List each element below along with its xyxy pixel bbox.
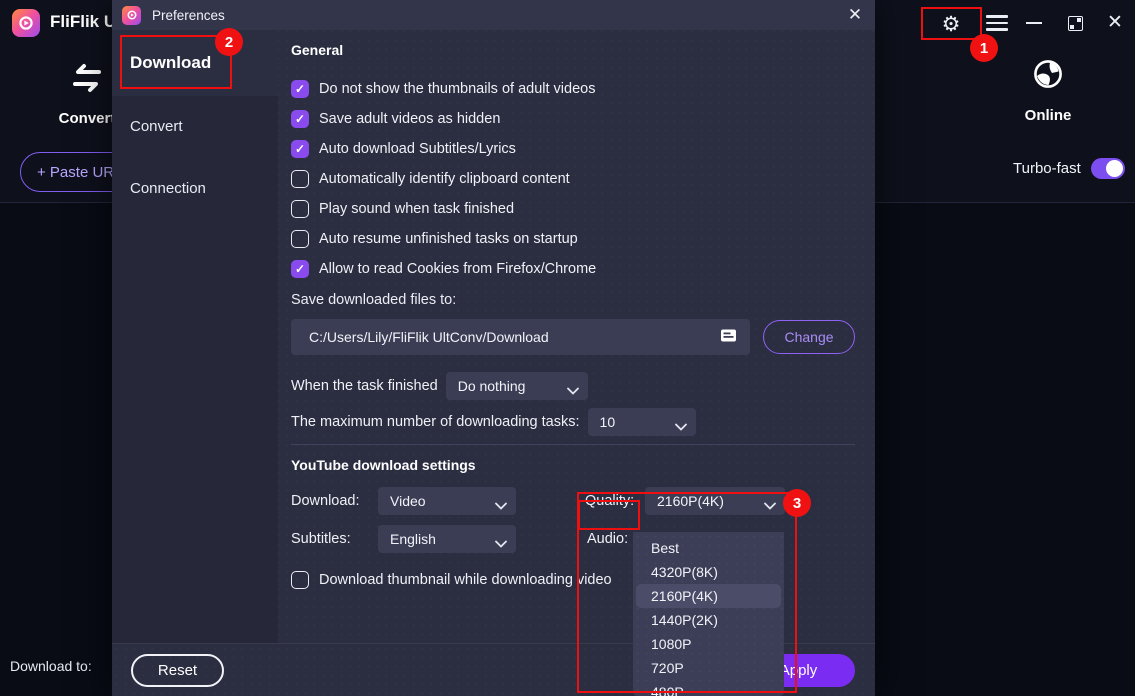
dialog-sidebar: Download Convert Connection	[112, 30, 278, 643]
max-tasks-value: 10	[600, 414, 616, 430]
annotation-badge-2: 2	[215, 28, 243, 56]
checkbox[interactable]	[291, 200, 309, 218]
swap-arrows-icon	[68, 80, 106, 97]
close-window-icon[interactable]: ✕	[1105, 13, 1125, 33]
task-finished-value: Do nothing	[458, 378, 526, 394]
chevron-down-icon	[567, 382, 579, 398]
sidebar-item-connection[interactable]: Connection	[130, 180, 206, 197]
paste-url-label: + Paste URL	[37, 164, 122, 181]
checkbox-label: Auto download Subtitles/Lyrics	[319, 141, 516, 157]
annotation-badge-1: 1	[970, 34, 998, 62]
annotation-badge-3: 3	[783, 489, 811, 517]
turbo-fast-toggle[interactable]	[1091, 158, 1125, 179]
download-path-field[interactable]: C:/Users/Lily/FliFlik UltConv/Download	[291, 319, 750, 355]
maximize-icon[interactable]	[1068, 16, 1083, 31]
download-path-value: C:/Users/Lily/FliFlik UltConv/Download	[309, 329, 549, 345]
download-type-dropdown[interactable]: Video	[378, 487, 516, 515]
sidebar-item-convert[interactable]: Convert	[130, 118, 183, 135]
tab-online[interactable]: Online	[1003, 58, 1093, 124]
chevron-down-icon	[495, 535, 507, 551]
chevron-down-icon	[495, 497, 507, 513]
max-tasks-label: The maximum number of downloading tasks:	[291, 414, 580, 430]
dialog-close-icon[interactable]: ✕	[844, 4, 866, 26]
section-divider	[291, 444, 855, 445]
minimize-icon[interactable]	[1024, 21, 1044, 25]
dialog-logo-icon	[122, 6, 141, 25]
screen: FliFlik U ⚙ ✕ Convert Online + Paste URL…	[0, 0, 1135, 696]
app-logo-icon	[12, 9, 40, 37]
annotation-box-settings	[921, 7, 982, 40]
checkbox-label: Auto resume unfinished tasks on startup	[319, 231, 578, 247]
app-title: FliFlik U	[50, 12, 116, 32]
checkbox[interactable]	[291, 260, 309, 278]
turbo-fast-label: Turbo-fast	[1013, 160, 1081, 177]
checkbox-label: Do not show the thumbnails of adult vide…	[319, 81, 595, 97]
checkbox-row[interactable]: Auto download Subtitles/Lyrics	[291, 134, 855, 164]
max-tasks-dropdown[interactable]: 10	[588, 408, 696, 436]
path-row: C:/Users/Lily/FliFlik UltConv/Download C…	[291, 319, 855, 355]
subtitles-value: English	[390, 531, 436, 547]
task-finished-dropdown[interactable]: Do nothing	[446, 372, 588, 400]
checkbox-label: Play sound when task finished	[319, 201, 514, 217]
tab-online-label: Online	[1003, 107, 1093, 124]
checkbox-row[interactable]: Do not show the thumbnails of adult vide…	[291, 74, 855, 104]
file-icon	[719, 326, 738, 348]
reset-button-label: Reset	[158, 662, 197, 679]
reset-button[interactable]: Reset	[131, 654, 224, 687]
turbo-fast-control: Turbo-fast	[1013, 158, 1125, 179]
checkbox[interactable]	[291, 230, 309, 248]
change-button[interactable]: Change	[763, 320, 855, 354]
thumbnail-checkbox-label: Download thumbnail while downloading vid…	[319, 572, 612, 588]
checkbox-row[interactable]: Automatically identify clipboard content	[291, 164, 855, 194]
youtube-heading: YouTube download settings	[291, 457, 855, 473]
checkbox[interactable]	[291, 110, 309, 128]
checkbox[interactable]	[291, 571, 309, 589]
max-tasks-row: The maximum number of downloading tasks:…	[291, 408, 855, 436]
download-to-label: Download to:	[10, 658, 92, 674]
download-label: Download:	[291, 493, 360, 509]
chevron-down-icon	[675, 418, 687, 434]
save-to-label: Save downloaded files to:	[291, 292, 855, 308]
checkbox-label: Allow to read Cookies from Firefox/Chrom…	[319, 261, 596, 277]
download-type-value: Video	[390, 493, 426, 509]
annotation-box-quality-list	[577, 492, 797, 693]
change-button-label: Change	[784, 329, 833, 345]
dialog-titlebar: Preferences ✕	[112, 0, 875, 30]
general-heading: General	[291, 42, 855, 58]
globe-icon	[1032, 77, 1064, 94]
checkbox-label: Automatically identify clipboard content	[319, 171, 570, 187]
task-finished-row: When the task finished Do nothing	[291, 372, 855, 400]
checkbox-row[interactable]: Play sound when task finished	[291, 194, 855, 224]
checkbox[interactable]	[291, 80, 309, 98]
checkbox-row[interactable]: Save adult videos as hidden	[291, 104, 855, 134]
checkbox-label: Save adult videos as hidden	[319, 111, 500, 127]
hamburger-menu-icon[interactable]	[985, 15, 1008, 31]
checkbox-row[interactable]: Auto resume unfinished tasks on startup	[291, 224, 855, 254]
dialog-title: Preferences	[152, 8, 225, 23]
checkbox[interactable]	[291, 170, 309, 188]
checkbox-row[interactable]: Allow to read Cookies from Firefox/Chrom…	[291, 254, 855, 284]
subtitles-label: Subtitles:	[291, 531, 351, 547]
subtitles-dropdown[interactable]: English	[378, 525, 516, 553]
checkbox[interactable]	[291, 140, 309, 158]
task-finished-label: When the task finished	[291, 378, 438, 394]
